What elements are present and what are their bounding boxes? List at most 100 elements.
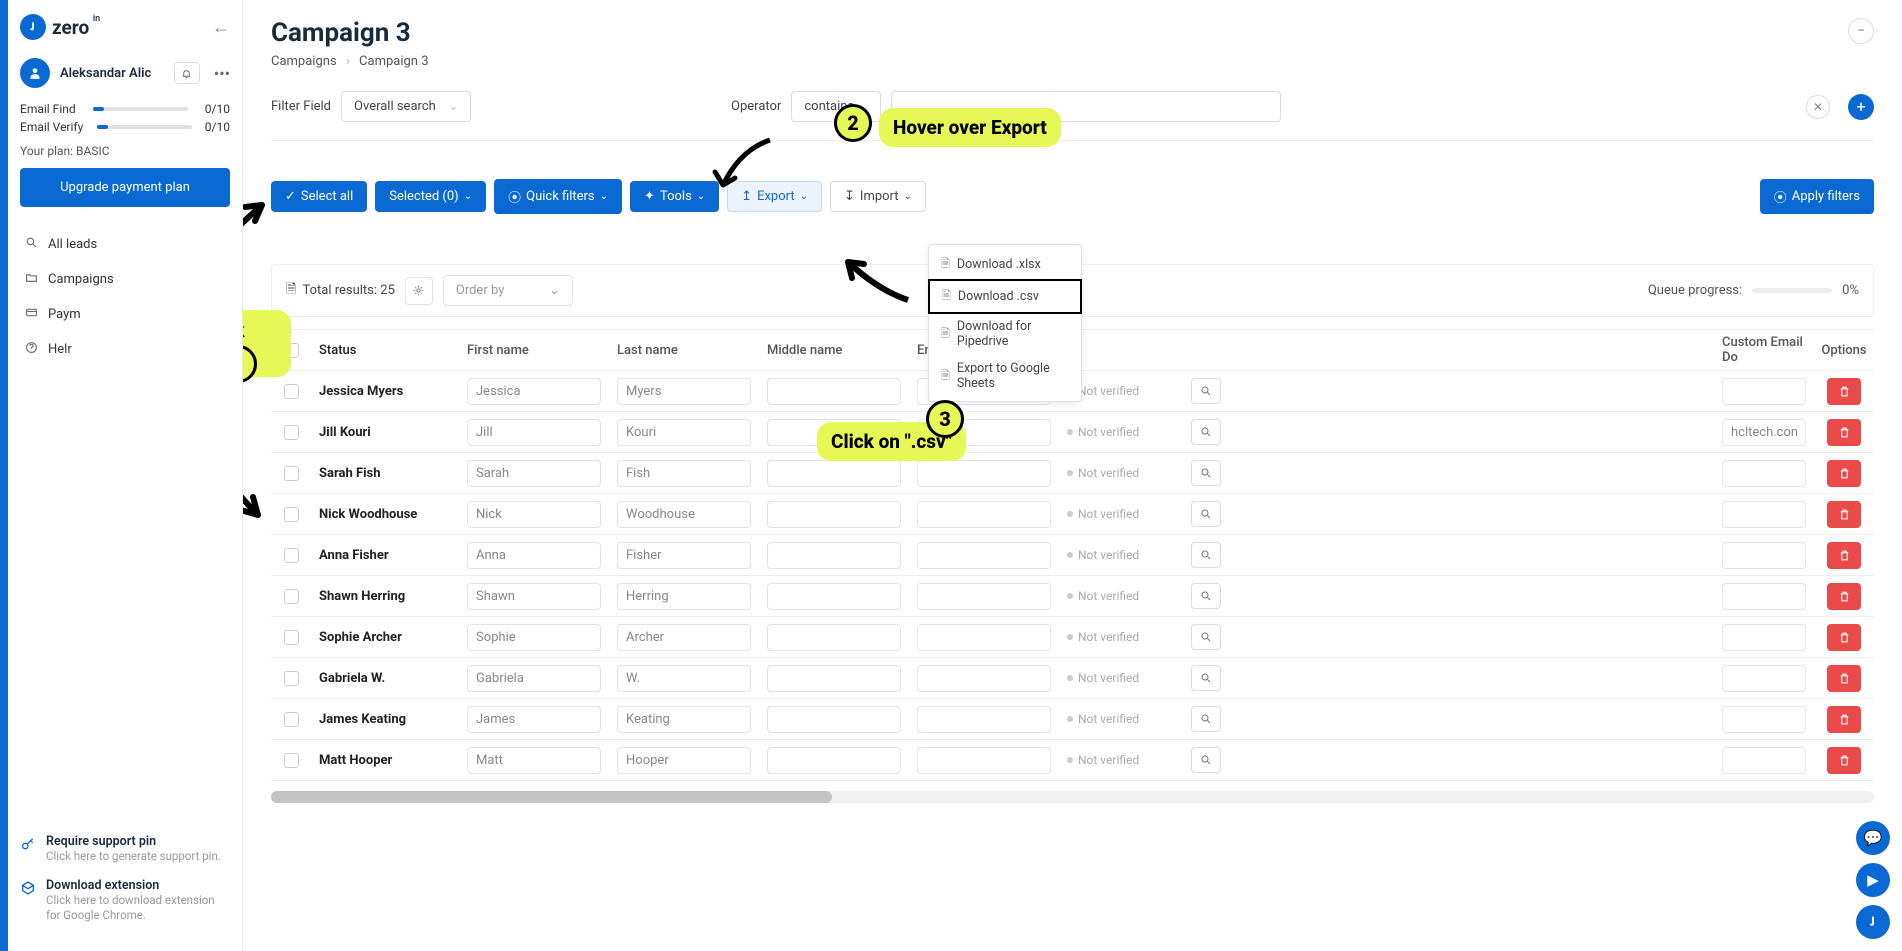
hook-button[interactable]	[1856, 905, 1890, 939]
email-input[interactable]	[917, 501, 1051, 528]
row-checkbox[interactable]	[284, 630, 299, 645]
delete-button[interactable]	[1827, 501, 1861, 528]
nav-all-leads[interactable]: All leads	[20, 227, 230, 262]
first-name-input[interactable]	[467, 747, 601, 774]
quick-filters-button[interactable]: ⦿ Quick filters ⌄	[494, 179, 622, 214]
menu-dots-icon[interactable]: •••	[214, 64, 230, 83]
row-checkbox[interactable]	[284, 466, 299, 481]
last-name-input[interactable]	[617, 419, 751, 446]
first-name-input[interactable]	[467, 706, 601, 733]
email-input[interactable]	[917, 542, 1051, 569]
chat-button[interactable]: 💬	[1856, 821, 1890, 855]
last-name-input[interactable]	[617, 378, 751, 405]
delete-button[interactable]	[1827, 747, 1861, 774]
upgrade-button[interactable]: Upgrade payment plan	[20, 168, 230, 207]
row-search-button[interactable]	[1191, 624, 1221, 650]
nav-help[interactable]: Helr	[20, 332, 230, 367]
support-pin-block[interactable]: Require support pin Click here to genera…	[20, 834, 230, 864]
minimize-button[interactable]: −	[1848, 18, 1874, 44]
breadcrumb-item[interactable]: Campaigns	[271, 54, 337, 69]
last-name-input[interactable]	[617, 665, 751, 692]
collapse-sidebar-icon[interactable]: ←	[212, 17, 230, 38]
row-checkbox[interactable]	[284, 671, 299, 686]
custom-domain-input[interactable]	[1722, 747, 1806, 774]
row-search-button[interactable]	[1191, 460, 1221, 486]
middle-name-input[interactable]	[767, 665, 901, 692]
selected-button[interactable]: Selected (0) ⌄	[375, 181, 486, 212]
bell-button[interactable]	[174, 62, 200, 84]
delete-button[interactable]	[1827, 460, 1861, 487]
custom-domain-input[interactable]	[1722, 706, 1806, 733]
delete-button[interactable]	[1827, 419, 1861, 446]
export-csv[interactable]: 🗎Download .csv	[928, 279, 1082, 314]
middle-name-input[interactable]	[767, 706, 901, 733]
row-checkbox[interactable]	[284, 425, 299, 440]
custom-domain-input[interactable]	[1722, 460, 1806, 487]
first-name-input[interactable]	[467, 501, 601, 528]
email-input[interactable]	[917, 665, 1051, 692]
filter-field-select[interactable]: Overall search ⌄	[341, 91, 471, 122]
first-name-input[interactable]	[467, 542, 601, 569]
middle-name-input[interactable]	[767, 583, 901, 610]
email-input[interactable]	[917, 583, 1051, 610]
settings-button[interactable]	[405, 277, 433, 305]
middle-name-input[interactable]	[767, 624, 901, 651]
export-sheets[interactable]: 🗎Export to Google Sheets	[929, 355, 1081, 397]
email-input[interactable]	[917, 460, 1051, 487]
row-search-button[interactable]	[1191, 542, 1221, 568]
custom-domain-input[interactable]	[1722, 542, 1806, 569]
row-search-button[interactable]	[1191, 501, 1221, 527]
row-checkbox[interactable]	[284, 507, 299, 522]
email-input[interactable]	[917, 747, 1051, 774]
delete-button[interactable]	[1827, 542, 1861, 569]
first-name-input[interactable]	[467, 624, 601, 651]
avatar[interactable]	[20, 58, 50, 88]
nav-campaigns[interactable]: Campaigns	[20, 262, 230, 297]
custom-domain-input[interactable]	[1722, 624, 1806, 651]
export-pipedrive[interactable]: 🗎Download for Pipedrive	[929, 313, 1081, 355]
row-search-button[interactable]	[1191, 419, 1221, 445]
remove-filter-button[interactable]: ✕	[1806, 95, 1830, 119]
custom-domain-input[interactable]	[1722, 501, 1806, 528]
first-name-input[interactable]	[467, 460, 601, 487]
last-name-input[interactable]	[617, 706, 751, 733]
import-button[interactable]: ↧ Import ⌄	[830, 181, 926, 212]
order-by-select[interactable]: Order by⌄	[443, 275, 573, 306]
custom-domain-input[interactable]	[1722, 665, 1806, 692]
first-name-input[interactable]	[467, 419, 601, 446]
middle-name-input[interactable]	[767, 378, 901, 405]
last-name-input[interactable]	[617, 747, 751, 774]
row-checkbox[interactable]	[284, 712, 299, 727]
row-checkbox[interactable]	[284, 384, 299, 399]
custom-domain-input[interactable]	[1722, 378, 1806, 405]
last-name-input[interactable]	[617, 583, 751, 610]
horizontal-scrollbar[interactable]	[271, 791, 1874, 803]
middle-name-input[interactable]	[767, 542, 901, 569]
row-checkbox[interactable]	[284, 753, 299, 768]
select-all-button[interactable]: ✓ Select all	[271, 181, 367, 212]
last-name-input[interactable]	[617, 542, 751, 569]
first-name-input[interactable]	[467, 665, 601, 692]
row-checkbox[interactable]	[284, 548, 299, 563]
middle-name-input[interactable]	[767, 747, 901, 774]
first-name-input[interactable]	[467, 378, 601, 405]
email-input[interactable]	[917, 624, 1051, 651]
last-name-input[interactable]	[617, 501, 751, 528]
export-xlsx[interactable]: 🗎Download .xlsx	[929, 249, 1081, 280]
download-ext-block[interactable]: Download extension Click here to downloa…	[20, 878, 230, 923]
add-filter-button[interactable]: +	[1848, 94, 1874, 120]
delete-button[interactable]	[1827, 665, 1861, 692]
row-search-button[interactable]	[1191, 665, 1221, 691]
custom-domain-input[interactable]	[1722, 419, 1806, 446]
play-button[interactable]: ▶	[1856, 863, 1890, 897]
custom-domain-input[interactable]	[1722, 583, 1806, 610]
row-search-button[interactable]	[1191, 583, 1221, 609]
first-name-input[interactable]	[467, 583, 601, 610]
delete-button[interactable]	[1827, 624, 1861, 651]
last-name-input[interactable]	[617, 624, 751, 651]
last-name-input[interactable]	[617, 460, 751, 487]
apply-filters-button[interactable]: ⦿ Apply filters	[1760, 179, 1874, 214]
nav-payments[interactable]: Paym	[20, 297, 230, 332]
row-checkbox[interactable]	[284, 589, 299, 604]
logo[interactable]: zeroin	[20, 14, 89, 40]
